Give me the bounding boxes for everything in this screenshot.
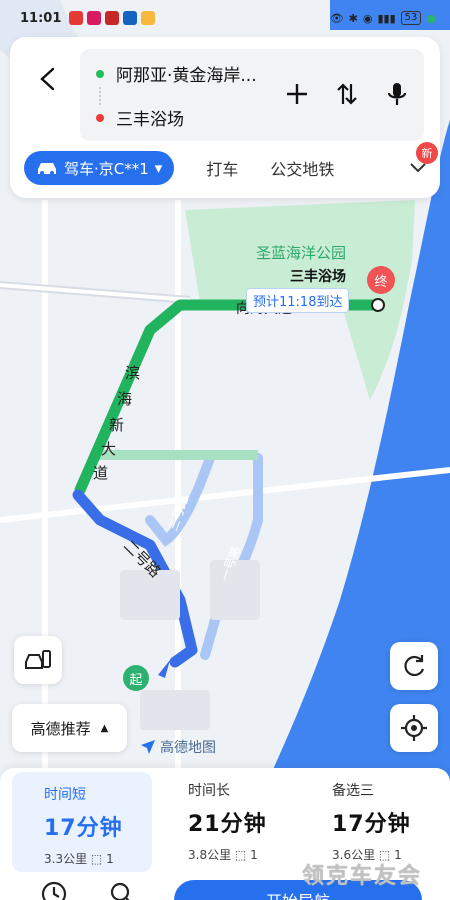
plus-icon	[287, 84, 307, 104]
status-right: 👁 ✱ ◉ ▮▮▮ 53 ●	[330, 11, 436, 25]
app-icon	[87, 11, 102, 25]
add-waypoint-button[interactable]	[282, 79, 312, 109]
park-label: 圣蓝海洋公园	[256, 244, 347, 262]
route-option-3[interactable]: 备选三 17分钟 3.6公里 ⬚ 1	[298, 768, 438, 868]
destination-field[interactable]: 三丰浴场	[96, 105, 184, 130]
search-icon[interactable]	[108, 880, 136, 900]
start-marker[interactable]: 起	[123, 665, 149, 691]
destination-text: 三丰浴场	[116, 110, 184, 130]
refresh-route-button[interactable]	[390, 642, 438, 690]
route-card: 阿那亚·黄金海岸... 三丰浴场 驾车·京C**1 ▾ 打车 公交地铁 新	[10, 37, 440, 198]
route-option-lights: 1	[106, 852, 114, 866]
car-phone-icon	[25, 650, 51, 669]
swap-route-button[interactable]	[332, 79, 362, 109]
brand-name: 高德地图	[160, 740, 216, 756]
watermark: 领克车友会	[302, 864, 423, 889]
route-option-time: 17分钟	[44, 816, 123, 841]
triangle-up-icon: ▲	[100, 722, 109, 734]
brand-logo: 高德地图	[140, 737, 216, 757]
route-option-1[interactable]: 时间短 17分钟 3.3公里 ⬚ 1	[12, 772, 152, 872]
mode-tabs: 驾车·京C**1 ▾ 打车 公交地铁 新	[24, 142, 438, 186]
origin-text: 阿那亚·黄金海岸...	[116, 66, 257, 86]
car-icon	[38, 163, 56, 175]
route-preference-label: 高德推荐	[30, 719, 91, 738]
app-icon	[105, 11, 120, 25]
tab-taxi[interactable]: 打车	[206, 156, 238, 180]
end-marker[interactable]: 终	[367, 266, 395, 294]
destination-label[interactable]: 三丰浴场	[290, 266, 346, 286]
road-label-char: 大	[101, 440, 117, 458]
route-input-box: 阿那亚·黄金海岸... 三丰浴场	[80, 49, 424, 141]
chevron-down-icon	[410, 163, 426, 173]
status-app-icons	[69, 11, 156, 25]
dropdown-triangle-icon: ▾	[154, 159, 163, 177]
back-button[interactable]	[28, 59, 68, 99]
start-arrow	[158, 660, 170, 678]
route-option-time: 21分钟	[188, 812, 267, 837]
app-icon	[123, 11, 138, 25]
route-option-distance: 3.8公里	[188, 848, 232, 862]
destination-dot	[371, 298, 385, 312]
app-icon	[141, 11, 156, 25]
app-icon	[69, 11, 84, 25]
back-arrow-icon	[40, 67, 55, 91]
refresh-icon	[404, 655, 425, 677]
swap-icon	[337, 83, 357, 105]
route-option-time: 17分钟	[332, 812, 411, 837]
eye-icon: 👁	[329, 11, 344, 25]
route-connector	[99, 87, 101, 105]
amap-logo-icon	[141, 740, 155, 754]
eta-label: 预计11:18到达	[246, 288, 350, 313]
route-option-distance: 3.3公里	[44, 852, 88, 866]
road-label-char: 海	[117, 390, 133, 408]
route-option-2[interactable]: 时间长 21分钟 3.8公里 ⬚ 1	[154, 768, 294, 868]
tab-drive[interactable]: 驾车·京C**1 ▾	[24, 151, 175, 185]
schedule-icon[interactable]	[40, 880, 68, 900]
status-bar: 11:01 👁 ✱ ◉ ▮▮▮ 53 ●	[0, 0, 450, 36]
route-option-label: 时间长	[188, 783, 230, 799]
tab-drive-label: 驾车·京C**1	[64, 159, 149, 178]
battery-indicator: 53	[400, 11, 422, 25]
route-preference-button[interactable]: 高德推荐 ▲	[12, 704, 127, 752]
locate-button[interactable]	[390, 704, 438, 752]
more-modes-button[interactable]: 新	[406, 142, 438, 180]
vehicle-settings-button[interactable]	[14, 636, 62, 684]
route-option-meta: 3.8公里 ⬚ 1	[188, 846, 294, 863]
signal-icon: ▮▮▮	[377, 11, 396, 25]
route-option-label: 时间短	[44, 787, 86, 803]
route-actions	[282, 79, 412, 109]
bluetooth-icon: ✱	[348, 11, 358, 25]
status-time: 11:01	[20, 10, 62, 26]
road-label-char: 道	[93, 464, 109, 482]
new-badge: 新	[416, 142, 438, 164]
voice-input-button[interactable]	[382, 79, 412, 109]
route-option-meta: 3.3公里 ⬚ 1	[44, 850, 152, 867]
microphone-icon	[387, 83, 407, 105]
traffic-light-icon: ⬚	[234, 848, 247, 862]
tab-transit[interactable]: 公交地铁	[270, 156, 334, 180]
crosshair-icon	[401, 715, 427, 741]
location-icon: ◉	[362, 11, 373, 25]
road-label-char: 滨	[125, 364, 141, 382]
traffic-light-icon: ⬚	[90, 852, 103, 866]
origin-field[interactable]: 阿那亚·黄金海岸...	[96, 61, 257, 86]
destination-dot-icon	[96, 113, 104, 122]
route-option-label: 备选三	[332, 783, 374, 799]
origin-dot-icon	[96, 69, 104, 78]
route-option-lights: 1	[250, 848, 258, 862]
notification-dot-icon: ●	[426, 11, 436, 25]
road-label-char: 新	[109, 416, 125, 434]
